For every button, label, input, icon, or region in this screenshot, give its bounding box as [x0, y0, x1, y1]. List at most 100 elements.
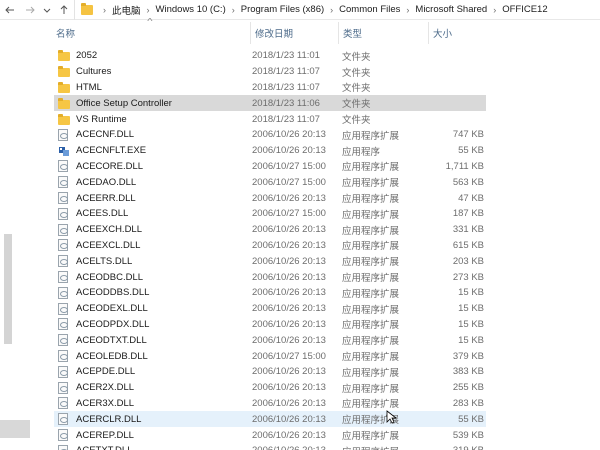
file-name-cell: Office Setup Controller	[58, 95, 248, 111]
chevron-down-icon	[43, 8, 51, 13]
file-name-cell: ACEREP.DLL	[58, 427, 248, 443]
chevron-right-icon[interactable]: ›	[324, 5, 339, 15]
file-date-cell: 2006/10/27 15:00	[252, 160, 326, 172]
file-row[interactable]: ACELTS.DLL 2006/10/26 20:13 应用程序扩展 203 KB	[54, 253, 486, 269]
file-row[interactable]: ACERCLR.DLL 2006/10/26 20:13 应用程序扩展 55 KB	[54, 411, 486, 428]
file-date-cell: 2006/10/26 20:13	[252, 287, 326, 299]
file-name: ACEERR.DLL	[76, 192, 136, 204]
file-type-cell: 应用程序扩展	[342, 130, 400, 142]
dll-file-icon	[58, 334, 68, 347]
chevron-right-icon[interactable]: ›	[141, 5, 156, 15]
breadcrumb-office12[interactable]: OFFICE12	[502, 4, 547, 15]
breadcrumb-common-files[interactable]: Common Files	[339, 4, 400, 15]
file-row[interactable]: ACEDAO.DLL 2006/10/27 15:00 应用程序扩展 563 KB	[54, 174, 486, 190]
file-name: ACEODEXL.DLL	[76, 303, 148, 315]
folder-icon	[58, 113, 70, 125]
file-row[interactable]: ACEOLEDB.DLL 2006/10/27 15:00 应用程序扩展 379 KB	[54, 348, 486, 364]
file-type-cell: 应用程序扩展	[342, 443, 428, 450]
file-name-cell: ACEES.DLL	[58, 206, 248, 222]
navigation-pane-item[interactable]	[0, 420, 30, 438]
file-name: ACEODPDX.DLL	[76, 318, 150, 330]
chevron-right-icon[interactable]: ›	[487, 5, 502, 15]
file-type-cell: 文件夹	[342, 83, 371, 95]
navigation-pane-scrollbar[interactable]	[4, 234, 12, 344]
folder-icon	[58, 50, 70, 62]
file-row[interactable]: ACEPDE.DLL 2006/10/26 20:13 应用程序扩展 383 KB	[54, 364, 486, 380]
file-row[interactable]: VS Runtime 2018/1/23 11:07 文件夹	[54, 111, 486, 127]
file-name: ACEEXCL.DLL	[76, 239, 141, 251]
chevron-right-icon[interactable]: ›	[226, 5, 241, 15]
file-row[interactable]: ACEREP.DLL 2006/10/26 20:13 应用程序扩展 539 KB	[54, 427, 486, 443]
file-type-cell: 应用程序扩展	[342, 178, 400, 190]
chevron-right-icon[interactable]: ›	[97, 5, 112, 15]
file-row[interactable]: ACETXT.DLL 2006/10/26 20:13 应用程序扩展319 KB	[54, 443, 486, 450]
file-row[interactable]: ACER3X.DLL 2006/10/26 20:13 应用程序扩展 283 KB	[54, 396, 486, 412]
file-date-cell: 2006/10/26 20:13	[252, 318, 326, 330]
file-date-cell: 2006/10/26 20:13	[252, 129, 326, 141]
file-type-cell: 应用程序	[342, 146, 381, 158]
file-name-cell: ACEODPDX.DLL	[58, 317, 248, 333]
breadcrumb-drive[interactable]: Windows 10 (C:)	[156, 4, 226, 15]
file-type-cell: 应用程序扩展	[342, 399, 400, 411]
file-type-cell: 文件夹	[342, 99, 371, 111]
file-row[interactable]: ACEEXCL.DLL 2006/10/26 20:13 应用程序扩展 615 KB	[54, 238, 486, 254]
file-row[interactable]: ACEEXCH.DLL 2006/10/26 20:13 应用程序扩展 331 KB	[54, 222, 486, 238]
forward-button[interactable]	[20, 0, 40, 20]
dll-file-icon	[58, 286, 68, 299]
file-row[interactable]: ACECNF.DLL 2006/10/26 20:13 应用程序扩展 747 KB	[54, 127, 486, 143]
sort-ascending-icon: ^	[147, 17, 153, 26]
back-button[interactable]	[0, 0, 20, 20]
dll-file-icon	[58, 318, 68, 331]
file-date-cell: 2006/10/26 20:13	[252, 192, 326, 204]
recent-locations-button[interactable]	[40, 0, 54, 20]
file-type-cell: 文件夹	[342, 115, 371, 127]
chevron-right-icon[interactable]: ›	[400, 5, 415, 15]
file-row[interactable]: ACECORE.DLL 2006/10/27 15:00 应用程序扩展 1,711 K…	[54, 159, 486, 175]
dll-file-icon	[58, 397, 68, 410]
arrow-left-icon	[5, 6, 14, 13]
column-header-size[interactable]: 大小	[428, 22, 488, 44]
file-type-cell: 应用程序扩展	[342, 257, 400, 269]
file-row[interactable]: HTML 2018/1/23 11:07 文件夹	[54, 80, 486, 96]
file-row[interactable]: Cultures 2018/1/23 11:07 文件夹	[54, 64, 486, 80]
column-header-date[interactable]: 修改日期	[250, 22, 336, 44]
file-row[interactable]: ACEODPDX.DLL 2006/10/26 20:13 应用程序扩展 15 KB	[54, 317, 486, 333]
file-name: ACEEXCH.DLL	[76, 224, 142, 236]
file-size-cell: 55 KB	[458, 145, 484, 157]
file-name: ACEES.DLL	[76, 208, 129, 220]
file-date-cell: 2006/10/27 15:00	[252, 208, 326, 220]
folder-icon	[81, 2, 93, 15]
file-date-cell: 2006/10/27 15:00	[252, 350, 326, 362]
file-name: ACETXT.DLL	[76, 445, 133, 450]
file-name-cell: ACERCLR.DLL	[58, 411, 248, 427]
file-row[interactable]: ACEODDBS.DLL 2006/10/26 20:13 应用程序扩展 15 KB	[54, 285, 486, 301]
file-row[interactable]: ACEODTXT.DLL 2006/10/26 20:13 应用程序扩展 15 KB	[54, 332, 486, 348]
breadcrumb-program-files[interactable]: Program Files (x86)	[241, 4, 324, 15]
breadcrumb-this-pc[interactable]: 此电脑	[112, 3, 141, 17]
file-size-cell	[428, 64, 484, 80]
file-date-cell: 2006/10/26 20:13	[252, 443, 336, 450]
file-name-cell: ACEOLEDB.DLL	[58, 348, 248, 364]
file-row[interactable]: ACEODEXL.DLL 2006/10/26 20:13 应用程序扩展 15 KB	[54, 301, 486, 317]
file-size-cell: 255 KB	[452, 382, 484, 394]
column-header-type[interactable]: 类型	[338, 22, 426, 44]
file-type-cell: 应用程序扩展	[342, 383, 400, 395]
file-name-cell: ACEODEXL.DLL	[58, 301, 248, 317]
file-name: ACEREP.DLL	[76, 429, 134, 441]
file-row[interactable]: ACEES.DLL 2006/10/27 15:00 应用程序扩展 187 KB	[54, 206, 486, 222]
breadcrumb-microsoft-shared[interactable]: Microsoft Shared	[415, 4, 487, 15]
file-row[interactable]: Office Setup Controller 2018/1/23 11:06 文件…	[54, 95, 486, 112]
file-name: ACEOLEDB.DLL	[76, 350, 148, 362]
file-date-cell: 2018/1/23 11:07	[252, 66, 320, 78]
file-row[interactable]: ACEODBC.DLL 2006/10/26 20:13 应用程序扩展 273 KB	[54, 269, 486, 285]
file-row[interactable]: 2052 2018/1/23 11:01 文件夹	[54, 48, 486, 64]
file-name: HTML	[76, 81, 102, 93]
file-row[interactable]: ACEERR.DLL 2006/10/26 20:13 应用程序扩展 47 KB	[54, 190, 486, 206]
file-name: ACER2X.DLL	[76, 382, 135, 394]
up-button[interactable]	[54, 0, 74, 20]
file-size-cell: 331 KB	[452, 224, 484, 236]
file-row[interactable]: ACER2X.DLL 2006/10/26 20:13 应用程序扩展 255 KB	[54, 380, 486, 396]
file-size-cell: 55 KB	[458, 413, 484, 425]
file-type-cell: 应用程序扩展	[342, 352, 400, 364]
file-row[interactable]: ACECNFLT.EXE 2006/10/26 20:13 应用程序 55 KB	[54, 143, 486, 159]
